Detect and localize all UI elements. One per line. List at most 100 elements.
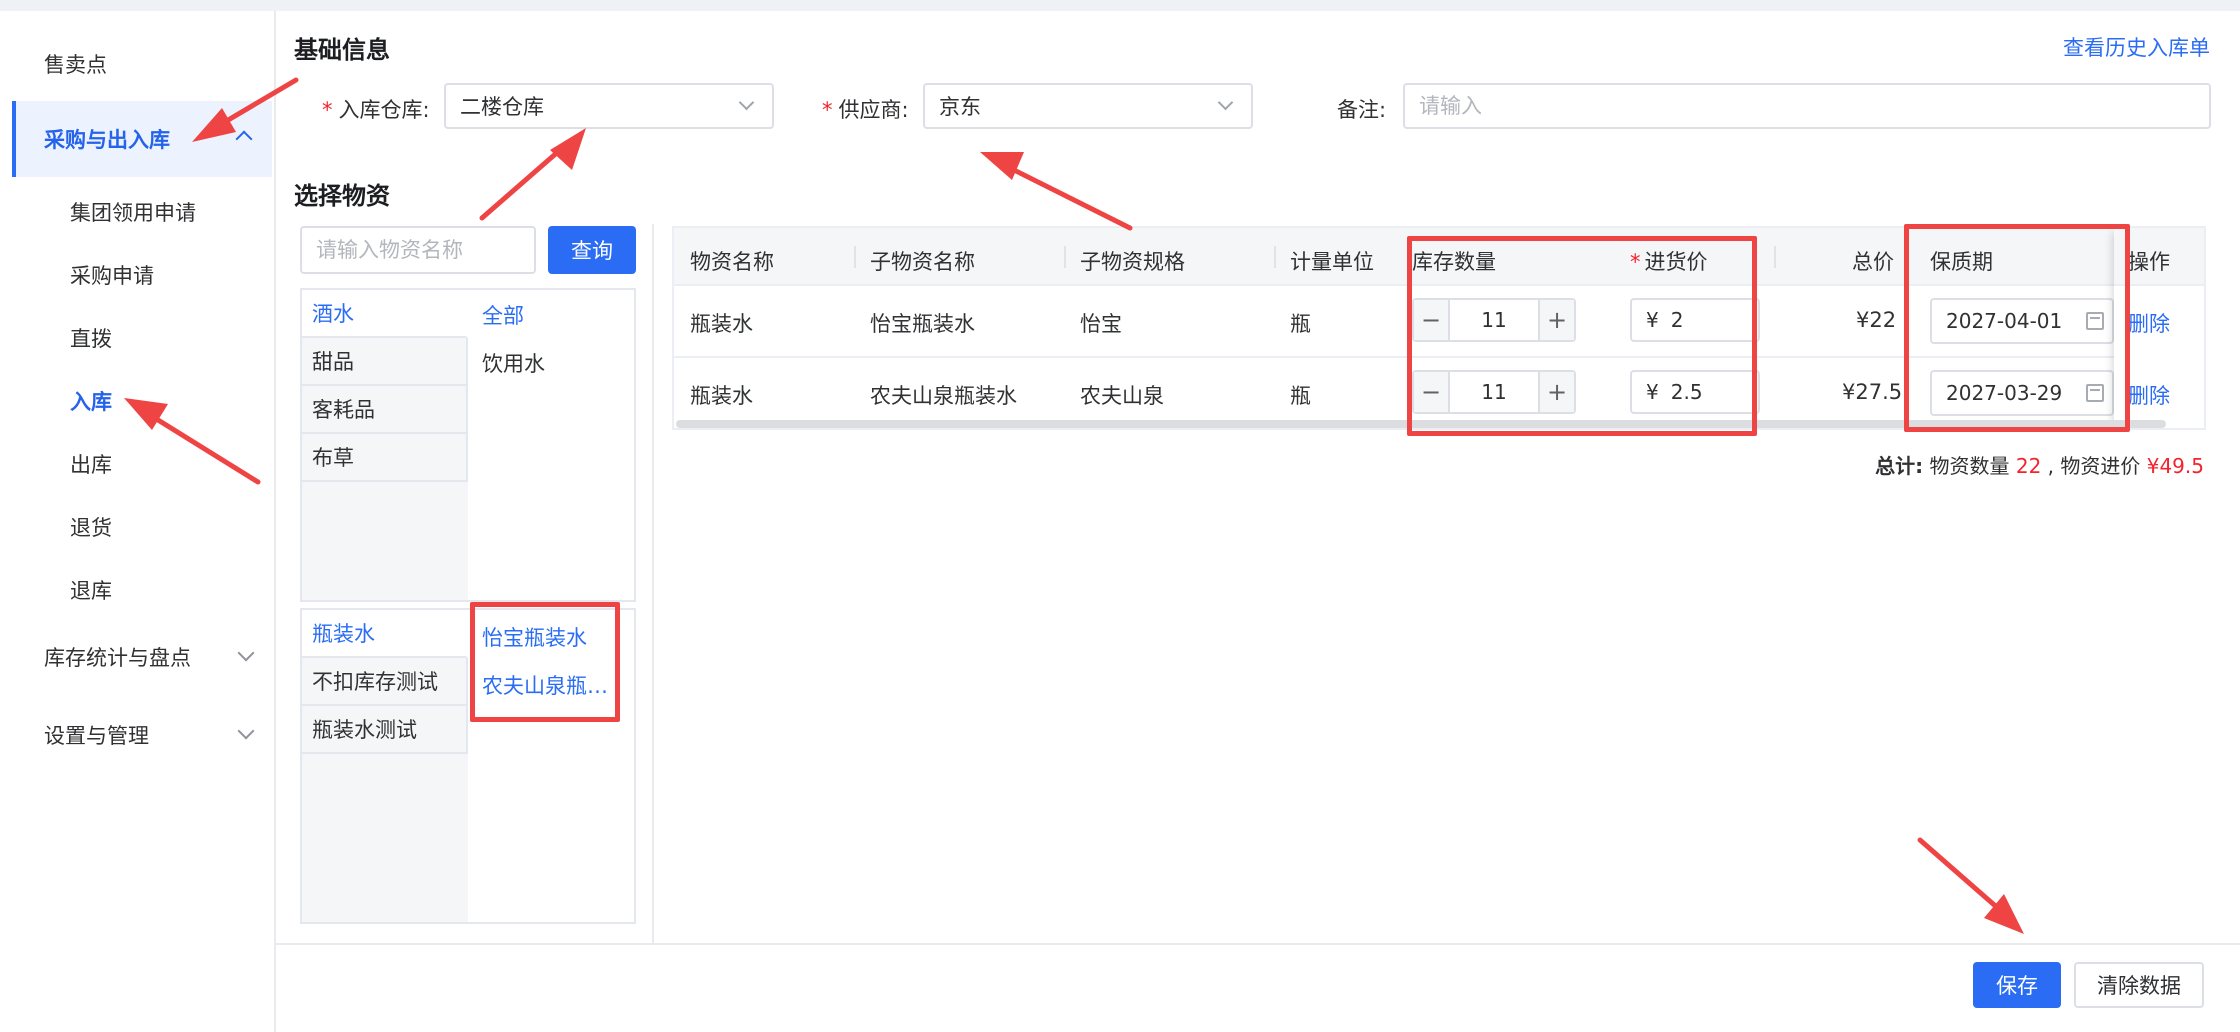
col-header-action: 操作	[2128, 250, 2170, 274]
supplier-label: * 供应商:	[822, 94, 909, 124]
quantity-stepper[interactable]: − 11 +	[1412, 298, 1576, 342]
col-header-shelf-life: 保质期	[1930, 250, 1993, 274]
summary-price-label: 物资进价	[2060, 454, 2141, 478]
currency-symbol: ¥	[1646, 308, 1659, 332]
col-header-price: * 进货价	[1630, 246, 1708, 276]
remark-label: 备注:	[1337, 98, 1387, 122]
supplier-value: 京东	[939, 95, 981, 119]
basic-info-title: 基础信息	[294, 36, 390, 64]
category-item[interactable]: 瓶装水	[302, 610, 468, 658]
summary-qty-value: 22	[2015, 454, 2042, 478]
delete-link[interactable]: 删除	[2128, 380, 2170, 410]
history-inbound-link[interactable]: 查看历史入库单	[2063, 32, 2210, 62]
delete-link[interactable]: 删除	[2128, 308, 2170, 338]
currency-symbol: ¥	[1646, 380, 1659, 404]
col-header-unit: 计量单位	[1290, 250, 1374, 274]
price-input[interactable]: ¥ 2	[1630, 298, 1760, 342]
horizontal-scrollbar[interactable]	[676, 420, 2166, 428]
summary-label: 总计:	[1875, 454, 1924, 478]
calendar-icon	[2086, 384, 2104, 402]
chevron-up-icon	[235, 130, 253, 148]
warehouse-value: 二楼仓库	[460, 95, 544, 119]
category-item[interactable]: 布草	[302, 434, 468, 482]
cell-total: ¥22	[1856, 308, 1897, 332]
nav-item-inventory-stats[interactable]: 库存统计与盘点	[14, 619, 274, 695]
subcategory-item[interactable]: 饮用水	[482, 348, 545, 378]
table-header: 物资名称 子物资名称 子物资规格 计量单位 库存数量 * 进货价 总价 保质期	[674, 228, 2204, 286]
material-search-input[interactable]	[300, 226, 536, 274]
chevron-down-icon	[237, 644, 255, 662]
required-mark: *	[322, 98, 333, 122]
warehouse-label-text: 入库仓库:	[338, 98, 430, 122]
table-row: 瓶装水 怡宝瓶装水 怡宝 瓶 − 11 + ¥ 2 ¥22 2027-04-01	[674, 286, 2204, 358]
col-separator	[1274, 246, 1276, 268]
save-button[interactable]: 保存	[1973, 962, 2061, 1008]
footer-bar	[276, 943, 2240, 1032]
category-item[interactable]: 酒水	[302, 290, 468, 338]
chevron-down-icon	[1217, 94, 1234, 111]
shelf-life-date-picker[interactable]: 2027-04-01	[1930, 298, 2114, 344]
price-value: 2	[1670, 308, 1684, 332]
cell-total: ¥27.5	[1842, 380, 1903, 404]
supplier-label-text: 供应商:	[838, 98, 909, 122]
col-header-sub-name: 子物资名称	[870, 250, 975, 274]
col-separator	[854, 246, 856, 268]
col-separator	[1774, 246, 1776, 268]
cell-name: 瓶装水	[690, 312, 753, 336]
nav-item-label: 售卖点	[44, 53, 107, 77]
select-materials-title: 选择物资	[294, 182, 390, 210]
subcategory-item[interactable]: 全部	[482, 300, 524, 330]
quantity-value[interactable]: 11	[1452, 308, 1536, 332]
sub-item-purchase-request[interactable]: 采购申请	[70, 260, 154, 290]
remark-input[interactable]	[1403, 83, 2211, 129]
sub-item-direct-transfer[interactable]: 直拨	[70, 323, 112, 353]
date-value: 2027-03-29	[1946, 381, 2063, 405]
minus-icon[interactable]: −	[1414, 372, 1450, 412]
col-header-price-text: 进货价	[1644, 250, 1708, 274]
material-item[interactable]: 农夫山泉瓶…	[482, 670, 608, 700]
sub-item-group-requisition[interactable]: 集团领用申请	[70, 197, 196, 227]
supplier-select[interactable]: 京东	[923, 83, 1253, 129]
col-header-total: 总价	[1852, 250, 1894, 274]
category-panel-top: 酒水 甜品 客耗品 布草 全部 饮用水	[300, 288, 636, 602]
plus-icon[interactable]: +	[1538, 372, 1574, 412]
category-item[interactable]: 瓶装水测试	[302, 706, 468, 754]
shelf-life-date-picker[interactable]: 2027-03-29	[1930, 370, 2114, 416]
nav-item-sales-point[interactable]: 售卖点	[14, 26, 274, 102]
calendar-icon	[2086, 312, 2104, 330]
category-panel-bottom: 瓶装水 不扣库存测试 瓶装水测试 怡宝瓶装水 农夫山泉瓶…	[300, 608, 636, 924]
required-mark: *	[822, 98, 833, 122]
cell-name: 瓶装水	[690, 384, 753, 408]
col-separator	[1064, 246, 1066, 268]
sub-item-return-goods[interactable]: 退货	[70, 512, 112, 542]
panel-divider	[652, 224, 654, 944]
category-item[interactable]: 甜品	[302, 338, 468, 386]
chevron-down-icon	[738, 94, 755, 111]
search-button[interactable]: 查询	[548, 226, 636, 274]
price-input[interactable]: ¥ 2.5	[1630, 370, 1760, 414]
sub-item-return-warehouse[interactable]: 退库	[70, 575, 112, 605]
warehouse-select[interactable]: 二楼仓库	[444, 83, 774, 129]
minus-icon[interactable]: −	[1414, 300, 1450, 340]
material-item[interactable]: 怡宝瓶装水	[482, 622, 587, 652]
col-header-spec: 子物资规格	[1080, 250, 1185, 274]
sub-item-stock-in[interactable]: 入库	[70, 386, 112, 416]
category-item[interactable]: 不扣库存测试	[302, 658, 468, 706]
sub-item-stock-out[interactable]: 出库	[70, 449, 112, 479]
cell-spec: 农夫山泉	[1080, 384, 1164, 408]
fixed-action-column: 操作 删除 删除	[2114, 228, 2204, 428]
cell-sub-name: 怡宝瓶装水	[870, 312, 975, 336]
category-item[interactable]: 客耗品	[302, 386, 468, 434]
material-table: 物资名称 子物资名称 子物资规格 计量单位 库存数量 * 进货价 总价 保质期 瓶…	[672, 226, 2206, 430]
summary-separator: ,	[2047, 454, 2055, 478]
nav-item-settings[interactable]: 设置与管理	[14, 697, 274, 773]
sidebar: 售卖点 采购与出入库 集团领用申请 采购申请 直拨 入库 出库 退货 退库 库存…	[0, 11, 276, 1032]
clear-data-button[interactable]: 清除数据	[2074, 962, 2204, 1008]
nav-item-purchase-inout[interactable]: 采购与出入库	[12, 101, 272, 177]
quantity-stepper[interactable]: − 11 +	[1412, 370, 1576, 414]
quantity-value[interactable]: 11	[1452, 380, 1536, 404]
cell-sub-name: 农夫山泉瓶装水	[870, 384, 1017, 408]
plus-icon[interactable]: +	[1538, 300, 1574, 340]
date-value: 2027-04-01	[1946, 309, 2063, 333]
required-mark: *	[1630, 250, 1641, 274]
